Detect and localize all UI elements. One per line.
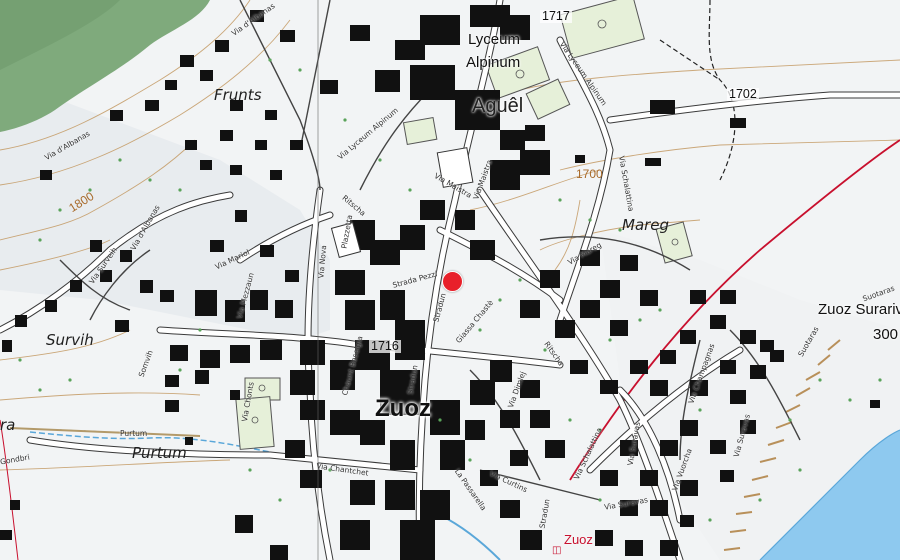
place-label-mareg: Mareg	[622, 216, 670, 234]
place-label-surariv-suffix: 300	[873, 326, 899, 343]
place-label-lyceum: Lyceum	[468, 31, 520, 48]
place-label-aguel: Aguêl	[472, 95, 524, 117]
place-label-frunts: Frunts	[214, 86, 262, 104]
location-marker[interactable]	[442, 271, 463, 292]
place-label-ra: ra	[0, 416, 16, 434]
train-station-icon[interactable]: ◫	[552, 545, 561, 556]
elevation-1717: 1717	[540, 9, 572, 23]
place-label-survih: Survih	[46, 331, 94, 349]
place-label-zuoz-surariv: Zuoz Surariv	[818, 301, 900, 318]
topographic-map[interactable]: Zuoz Aguêl Lyceum Alpinum Frunts Mareg S…	[0, 0, 900, 560]
elevation-1716: 1716	[369, 339, 401, 353]
place-label-purtum: Purtum	[132, 444, 187, 462]
village-label: Zuoz	[375, 395, 431, 422]
street-purtum: Purtum	[120, 429, 148, 438]
place-label-alpinum: Alpinum	[466, 54, 521, 71]
station-label: Zuoz	[564, 532, 593, 547]
elevation-1702: 1702	[727, 87, 759, 101]
contour-label-1700: 1700	[576, 167, 603, 181]
